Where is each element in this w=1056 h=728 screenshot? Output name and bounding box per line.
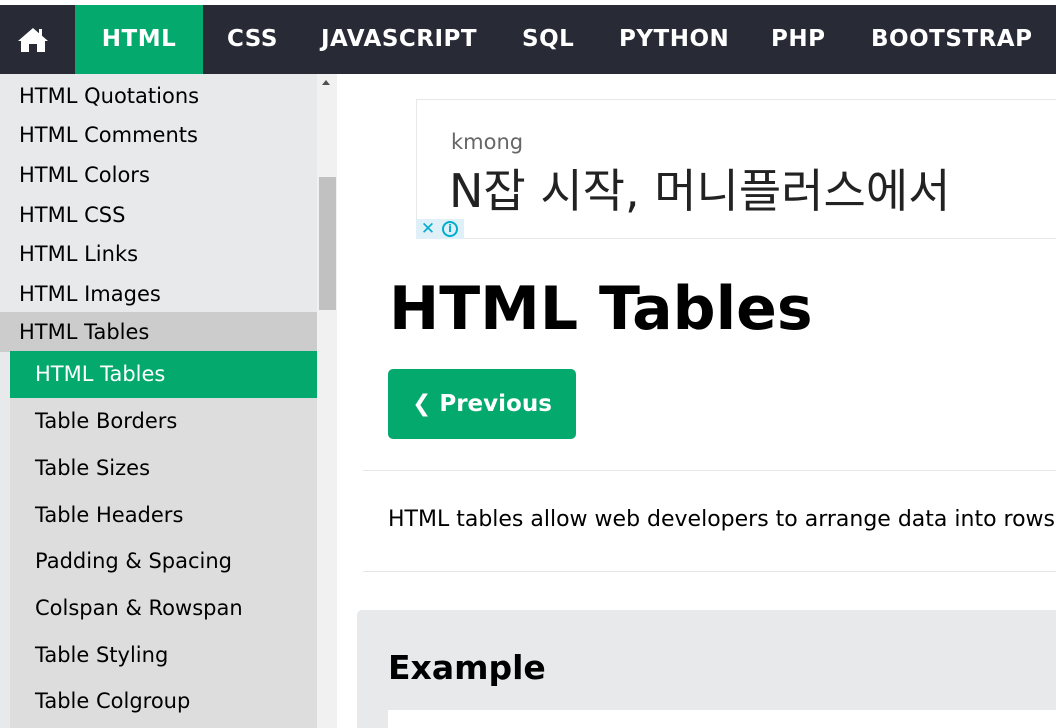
example-code-block [388, 710, 1056, 728]
previous-button[interactable]: ❮ Previous [388, 369, 576, 439]
close-icon[interactable]: ✕ [418, 219, 438, 239]
ad-headline[interactable]: N잡 시작, 머니플러스에서 [449, 155, 950, 221]
main-content: kmong N잡 시작, 머니플러스에서 ✕ i HTML Tables ❮ P… [337, 74, 1056, 728]
nav-html[interactable]: HTML [75, 5, 203, 74]
home-button[interactable] [0, 5, 68, 74]
nav-python[interactable]: PYTHON [619, 5, 729, 74]
nav-php[interactable]: PHP [771, 5, 825, 74]
nav-javascript[interactable]: JAVASCRIPT [321, 5, 477, 74]
top-navigation: HTML CSS JAVASCRIPT SQL PYTHON PHP BOOTS… [0, 0, 1056, 74]
sidebar-item-html-links[interactable]: HTML Links [0, 234, 317, 274]
subnav-item-table-headers[interactable]: Table Headers [10, 492, 317, 539]
example-box: Example [357, 610, 1056, 728]
nav-sql[interactable]: SQL [522, 5, 574, 74]
ad-banner[interactable]: kmong N잡 시작, 머니플러스에서 [416, 99, 1056, 239]
sidebar: HTML Quotations HTML Comments HTML Color… [0, 74, 337, 728]
sidebar-item-html-comments[interactable]: HTML Comments [0, 115, 317, 155]
ad-brand: kmong [451, 130, 524, 154]
sidebar-item-html-colors[interactable]: HTML Colors [0, 155, 317, 195]
subnav-item-html-tables[interactable]: HTML Tables [10, 351, 317, 398]
subnav-item-padding-spacing[interactable]: Padding & Spacing [10, 538, 317, 585]
subnav-item-table-sizes[interactable]: Table Sizes [10, 445, 317, 492]
subnav-item-table-colgroup[interactable]: Table Colgroup [10, 678, 317, 725]
subnav-item-table-styling[interactable]: Table Styling [10, 632, 317, 679]
subnav-item-colspan-rowspan[interactable]: Colspan & Rowspan [10, 585, 317, 632]
sidebar-item-html-quotations[interactable]: HTML Quotations [0, 76, 317, 116]
intro-text: HTML tables allow web developers to arra… [388, 507, 1056, 532]
sidebar-subnav: HTML Tables Table Borders Table Sizes Ta… [10, 351, 317, 728]
scroll-up-arrow-icon[interactable] [322, 80, 330, 85]
divider [363, 470, 1056, 471]
info-icon[interactable]: i [442, 221, 458, 237]
sidebar-item-html-css[interactable]: HTML CSS [0, 195, 317, 235]
sidebar-scrollbar-thumb[interactable] [319, 177, 336, 310]
sidebar-group-html-tables[interactable]: HTML Tables [0, 312, 317, 352]
nav-bootstrap[interactable]: BOOTSTRAP [871, 5, 1032, 74]
nav-css[interactable]: CSS [227, 5, 278, 74]
example-title: Example [388, 648, 546, 687]
home-icon [18, 28, 48, 52]
sidebar-scrollbar[interactable] [317, 74, 337, 728]
sidebar-item-html-images[interactable]: HTML Images [0, 274, 317, 314]
subnav-item-table-borders[interactable]: Table Borders [10, 398, 317, 445]
page-title: HTML Tables [389, 274, 813, 344]
divider [363, 571, 1056, 572]
ad-controls: ✕ i [416, 219, 464, 239]
